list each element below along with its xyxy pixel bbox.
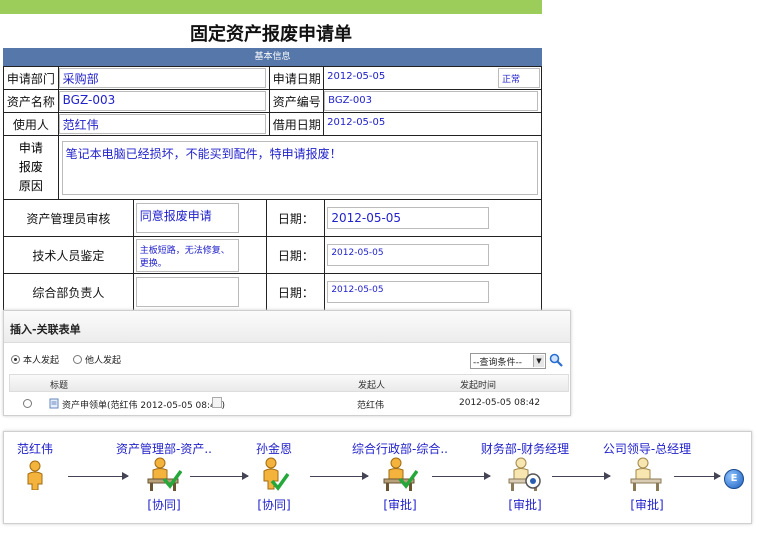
dialog-title: 插入-关联表单 (4, 311, 570, 343)
user-field[interactable]: 范红伟 (58, 114, 266, 134)
asset-name-label: 资产名称 (3, 89, 59, 113)
query-condition-select[interactable]: --查询条件-- ▼ (470, 353, 546, 369)
dept-label: 申请部门 (3, 66, 59, 90)
reason-label: 申请 报废 原因 (3, 135, 59, 200)
asset-no-label: 资产编号 (269, 89, 325, 113)
user-label: 使用人 (3, 112, 59, 136)
apply-date-field[interactable]: 2012-05-05 (324, 68, 493, 88)
asset-no-field[interactable]: BGZ-003 (324, 91, 539, 111)
search-icon[interactable] (549, 353, 563, 367)
workflow-panel: 范红伟 资产管理部-资产.. [协同] 孙金恩 [协同] 综合行政部-综合.. (3, 431, 752, 524)
general-date[interactable]: 2012-05-05 (327, 281, 490, 303)
tech-date[interactable]: 2012-05-05 (327, 244, 490, 266)
desk-worker-check-icon (383, 457, 419, 491)
dept-field[interactable]: 采购部 (58, 68, 266, 88)
date-label-2: 日期： (266, 236, 326, 274)
approval-label-asset-admin: 资产管理员审核 (3, 199, 134, 237)
flow-step-6[interactable]: 公司领导-总经理 [审批] (592, 432, 702, 513)
chevron-down-icon: ▼ (533, 355, 544, 367)
asset-admin-date[interactable]: 2012-05-05 (327, 207, 490, 229)
approval-table: 资产管理员审核 同意报废申请 日期： 2012-05-05 技术人员鉴定 主板短… (3, 199, 542, 311)
related-form-dialog: 插入-关联表单 本人发起 他人发起 --查询条件-- ▼ 标题 发起人 发起时间… (3, 310, 571, 416)
document-icon (49, 398, 60, 412)
asset-admin-opinion[interactable]: 同意报废申请 (135, 203, 239, 233)
date-label-1: 日期： (266, 199, 326, 237)
flow-arrow-6 (674, 472, 721, 480)
reason-textarea[interactable]: 笔记本电脑已经损坏，不能买到配件，特申请报废！ (61, 140, 538, 195)
attachment-icon (212, 397, 222, 408)
section-header: 基本信息 (3, 48, 542, 66)
tech-opinion[interactable]: 主板短路，无法修复、更换。 (135, 238, 239, 272)
desk-worker-eye-icon (508, 457, 541, 491)
flow-step-3[interactable]: 孙金恩 [协同] (244, 432, 304, 513)
basic-info-table: 申请部门 采购部 申请日期 2012-05-05 正常 资产名称 BGZ-003… (3, 66, 543, 200)
col-initiator: 发起人 (358, 381, 386, 391)
col-time: 发起时间 (460, 381, 497, 391)
borrow-date-field[interactable]: 2012-05-05 (324, 114, 539, 134)
initiator-filter: 本人发起 他人发起 (11, 353, 121, 366)
borrow-date-label: 借用日期 (269, 112, 325, 136)
flow-step-2[interactable]: 资产管理部-资产.. [协同] (104, 432, 224, 513)
apply-date-label: 申请日期 (269, 66, 325, 90)
radio-self[interactable] (11, 355, 20, 364)
flow-step-1[interactable]: 范红伟 (10, 432, 60, 493)
person-check-icon (263, 457, 290, 491)
desk-worker-icon (630, 457, 662, 491)
col-title: 标题 (50, 381, 69, 391)
row-radio[interactable] (23, 399, 32, 408)
status-field[interactable]: 正常 (498, 68, 540, 88)
radio-other[interactable] (73, 355, 83, 364)
person-icon (27, 460, 43, 491)
date-label-3: 日期： (266, 273, 326, 311)
flow-step-5[interactable]: 财务部-财务经理 [审批] (470, 432, 580, 513)
row-initiator: 范红伟 (357, 401, 385, 411)
table-row[interactable]: 资产申领单(范红伟 2012-05-05 08:41) 范红伟 2012-05-… (9, 393, 569, 415)
desk-worker-check-icon (147, 457, 183, 491)
flow-step-4[interactable]: 综合行政部-综合.. [审批] (344, 432, 456, 513)
top-green-bar (0, 0, 542, 14)
approval-label-general: 综合部负责人 (3, 273, 134, 311)
page-title: 固定资产报废申请单 (190, 24, 352, 45)
row-title[interactable]: 资产申领单(范红伟 2012-05-05 08:41) (62, 398, 225, 411)
asset-name-field[interactable]: BGZ-003 (58, 91, 266, 111)
flow-end-node[interactable]: E (724, 469, 744, 489)
flow-arrow-2 (190, 472, 249, 480)
approval-label-tech: 技术人员鉴定 (3, 236, 134, 274)
row-time: 2012-05-05 08:42 (459, 398, 541, 408)
general-opinion[interactable] (135, 277, 239, 307)
grid-header: 标题 发起人 发起时间 (9, 374, 569, 392)
